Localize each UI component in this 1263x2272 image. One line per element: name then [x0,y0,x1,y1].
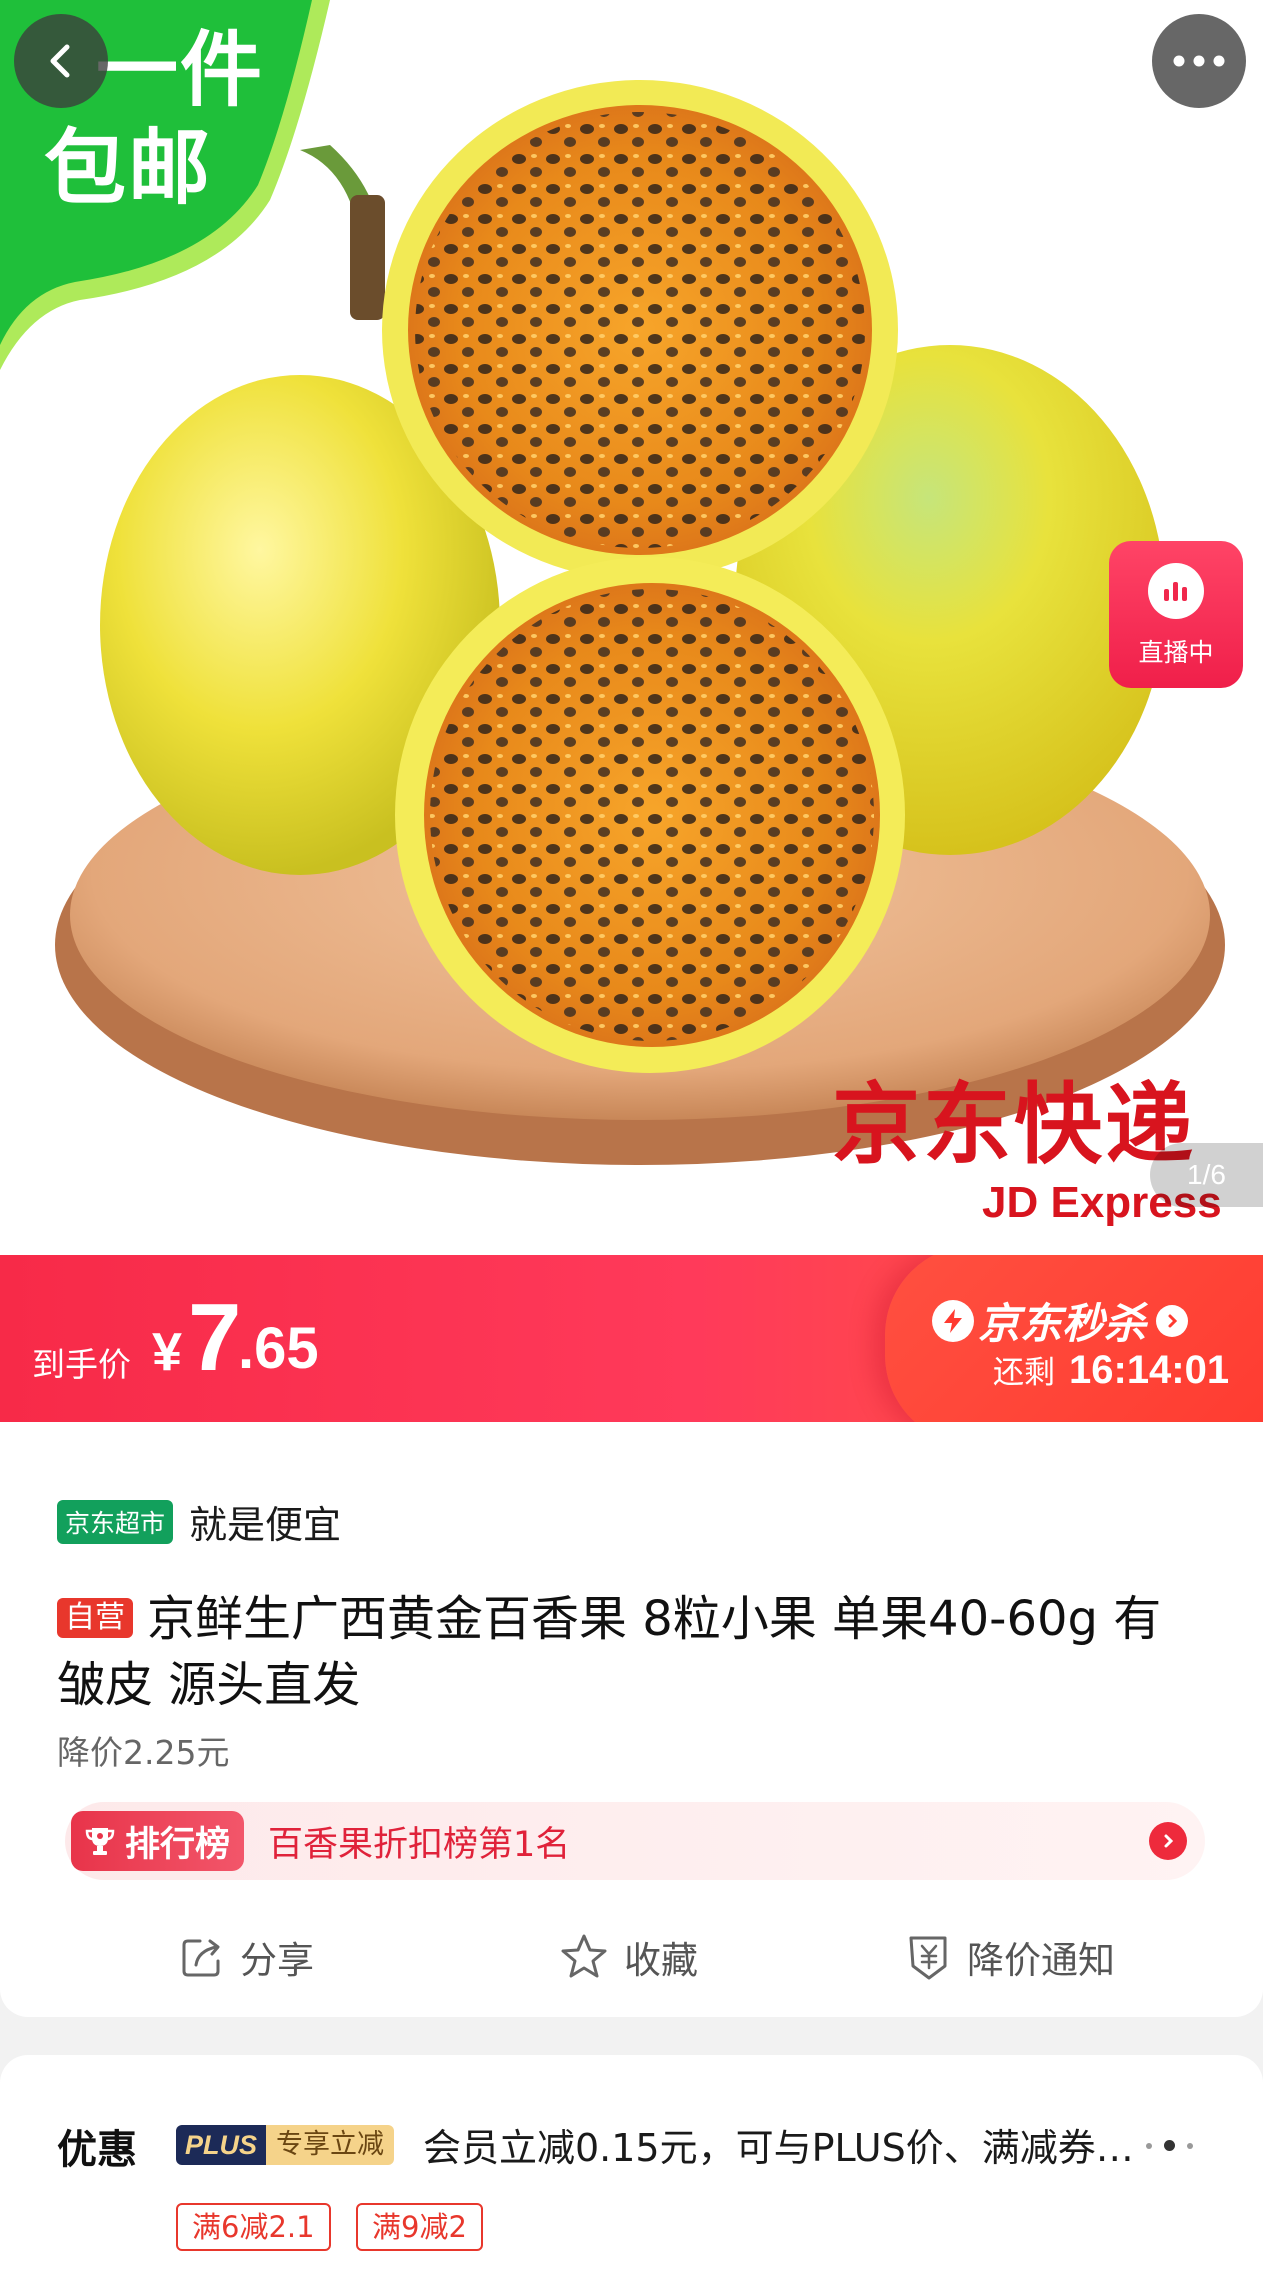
chevron-right-icon [1149,1822,1187,1860]
share-label: 分享 [240,1939,314,1982]
ranking-badge-label: 排行榜 [125,1824,231,1865]
countdown-time: 16:14:01 [1069,1348,1230,1392]
back-arrow-icon [50,44,70,78]
back-button[interactable] [14,14,108,108]
promo-free-shipping-line1: 一件 [96,23,265,118]
live-stream-button[interactable]: 直播中 [1109,541,1243,688]
chevron-right-icon [1156,1304,1189,1337]
discount-card[interactable]: 优惠 PLUS 专享立减 会员立减0.15元，可与PLUS价、满减券等优惠叠加使… [0,2055,1263,2272]
ranking-text: 百香果折扣榜第1名 [268,1824,571,1865]
self-operated-badge: 自营 [57,1598,133,1638]
more-button[interactable] [1152,14,1246,108]
coupon-tag[interactable]: 满6减2.1 [176,2203,331,2251]
coupon-tag[interactable]: 满9减2 [356,2203,483,2251]
trophy-icon [85,1828,115,1855]
favorite-label: 收藏 [624,1939,698,1982]
ranking-badge: 排行榜 [71,1811,245,1871]
more-dots-icon[interactable] [1146,2140,1193,2151]
image-page-indicator: 1/6 [1150,1143,1263,1207]
discount-label: 优惠 [57,2127,137,2173]
lightning-icon [932,1299,974,1342]
plus-tag: PLUS 专享立减 [176,2125,395,2165]
product-title-text: 京鲜生广西黄金百香果 8粒小果 单果40-60g 有皱皮 源头直发 [57,1591,1162,1713]
store-badge: 京东超市 [57,1499,174,1544]
countdown-label: 还剩 [993,1355,1055,1391]
product-image-carousel[interactable]: 一件 包邮 直播中 京东快递 JD Express 1/6 [0,0,1263,1255]
price-alert-button[interactable]: 降价通知 [905,1930,1115,1984]
product-info-card: 京东超市 就是便宜 自营 京鲜生广西黄金百香果 8粒小果 单果40-60g 有皱皮… [0,1422,1263,2017]
more-dots-icon [1173,55,1225,67]
plus-tag-label: PLUS [176,2125,267,2165]
price-drop-note: 降价2.25元 [57,1733,230,1772]
seckill-label: 京东秒杀 [978,1299,1147,1348]
live-label: 直播中 [1138,638,1214,667]
price-currency: ¥ [152,1322,183,1382]
favorite-button[interactable]: 收藏 [558,1930,698,1984]
action-row: 分享 收藏 降价通知 [0,1930,1263,2010]
store-row[interactable]: 京东超市 就是便宜 [57,1494,341,1549]
promo-free-shipping-line2: 包邮 [44,121,213,216]
price-banner: 到手价 ¥ 7 .65 京东秒杀 还剩 16:14:01 [0,1255,1263,1425]
plus-tag-sub: 专享立减 [266,2125,395,2165]
share-icon [182,1939,220,1977]
price-alert-label: 降价通知 [967,1939,1115,1982]
price-tag-icon [909,1936,947,1980]
product-title: 自营 京鲜生广西黄金百香果 8粒小果 单果40-60g 有皱皮 源头直发 [57,1586,1207,1718]
share-button[interactable]: 分享 [178,1930,314,1984]
ranking-bar[interactable]: 排行榜 百香果折扣榜第1名 [65,1802,1205,1880]
store-slogan: 就是便宜 [189,1503,342,1547]
seckill-link[interactable]: 京东秒杀 [932,1290,1189,1351]
star-icon [561,1934,607,1978]
price-decimal: .65 [238,1316,319,1381]
live-bars-icon [1148,563,1204,619]
final-price-label: 到手价 [32,1345,131,1384]
seckill-countdown: 还剩 16:14:01 [993,1347,1229,1393]
discount-text: 会员立减0.15元，可与PLUS价、满减券等优惠叠加使用 [423,2126,1143,2170]
price-integer: 7 [188,1284,242,1391]
